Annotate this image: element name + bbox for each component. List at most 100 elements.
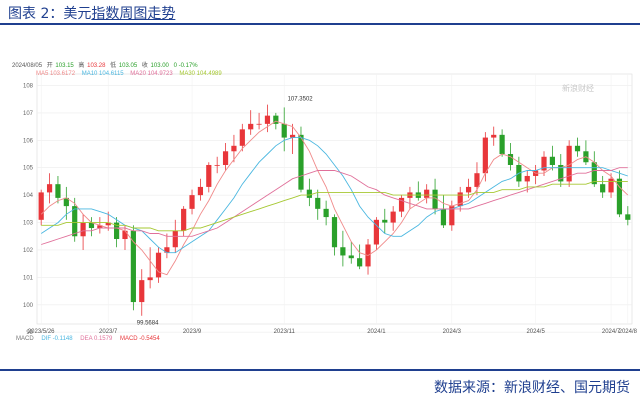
caption-prefix: 图表 2：美元 (8, 6, 92, 22)
candle-body (222, 151, 229, 165)
candle-body (315, 197, 321, 209)
candle-body (491, 134, 497, 138)
bottom-rule (0, 369, 640, 371)
candle-body (189, 195, 195, 209)
candle (298, 126, 304, 193)
grid (36, 73, 633, 333)
info-date: 2024/08/05 (12, 63, 43, 69)
low-annotation: 99.5684 (137, 321, 159, 327)
x-tick-label: 2024/1 (367, 329, 386, 335)
candle (457, 186, 463, 212)
x-tick-label: 2024/3 (443, 329, 462, 335)
candle (357, 244, 363, 270)
info-open-label: 开 (47, 62, 53, 69)
candle (222, 143, 229, 171)
candle (147, 247, 153, 289)
candle (499, 129, 505, 157)
ma20-legend: MA20 104.9723 (130, 71, 173, 77)
info-high-label: 高 (78, 61, 84, 69)
candle (281, 107, 287, 152)
x-tick-label: 2023/7 (99, 329, 118, 335)
candle-body (382, 219, 388, 223)
candle-body (474, 173, 480, 187)
candle (38, 189, 44, 226)
x-tick-label: 2023/11 (274, 329, 296, 335)
candle-body (340, 247, 346, 256)
y-tick-label: 102 (23, 248, 34, 254)
candle-body (122, 230, 128, 240)
candle (248, 110, 254, 135)
high-annotation: 107.3502 (288, 96, 314, 102)
candles (38, 104, 631, 316)
candle (323, 200, 329, 226)
candle (197, 178, 204, 201)
candle (306, 178, 312, 207)
candle-body (55, 184, 61, 198)
candle-body (281, 123, 287, 138)
y-tick-label: 106 (23, 138, 34, 144)
top-rule (0, 23, 640, 25)
macd-dif: DIF -0.1148 (41, 336, 73, 342)
x-tick-label: 2024/8 (619, 329, 638, 335)
candle-body (172, 230, 178, 248)
candle-body (248, 123, 254, 130)
candle-body (155, 252, 162, 278)
info-low-label: 低 (110, 61, 116, 69)
candle (583, 140, 589, 165)
y-tick-label: 100 (23, 303, 34, 309)
macd-value: MACD -0.5454 (120, 336, 160, 342)
candle (373, 217, 379, 250)
candle (491, 126, 497, 146)
svg-text:MACD DIF -0.1148 D: MACD DIF -0.1148 DEA 0.1579 MACD -0.5454 (16, 336, 160, 342)
y-tick-label: 103 (23, 221, 34, 227)
candle (181, 206, 187, 237)
candle (549, 145, 555, 171)
figure-caption: 图表 2：美元指数周图走势 (8, 3, 175, 23)
candle (348, 241, 354, 264)
candle-body (424, 189, 430, 198)
candle-body (80, 222, 86, 237)
candle-body (264, 115, 271, 124)
candle (72, 197, 78, 242)
candle (407, 186, 413, 209)
candle (340, 230, 346, 267)
y-tick-label: 107 (23, 111, 34, 117)
candle-body (139, 280, 145, 303)
candle-body (600, 184, 606, 193)
y-axis: 10810710610510410310210110099 (23, 83, 34, 336)
candle-body (298, 134, 304, 190)
svg-text:2024/08/05 开 103.1: 2024/08/05 开 103.15 高 103.28 低 103.05 收 … (12, 61, 198, 69)
candle (382, 208, 388, 234)
candle (365, 239, 371, 275)
candle-body (197, 186, 204, 196)
candle-body (38, 192, 44, 220)
candle-body (390, 211, 396, 223)
candle (55, 175, 61, 204)
candle (315, 189, 321, 220)
candle (398, 195, 405, 218)
candle (206, 162, 212, 193)
caption-title: 指数周图走势 (91, 6, 176, 22)
candle (608, 173, 614, 198)
candle (130, 225, 136, 311)
info-open: 103.15 (55, 63, 74, 69)
candle (424, 184, 430, 204)
x-tick-label: 2024/5 (526, 329, 545, 335)
candle-body (482, 137, 488, 174)
info-low: 103.05 (119, 63, 138, 69)
candle (164, 233, 170, 259)
candle-body (331, 217, 338, 248)
macd-label: MACD (16, 336, 34, 342)
ma5-legend: MA5 103.6172 (36, 71, 76, 77)
candle (256, 112, 262, 130)
candle-body (465, 186, 472, 193)
candle (558, 154, 564, 187)
candle-body (574, 145, 581, 152)
candle-body (549, 156, 555, 165)
x-tick-label: 2023/5/26 (28, 329, 55, 335)
candle-body (306, 189, 312, 198)
candle-body (507, 154, 514, 165)
info-change: 0 -0.17% (174, 63, 199, 69)
candle-body (181, 208, 187, 231)
info-high: 103.28 (87, 63, 106, 69)
